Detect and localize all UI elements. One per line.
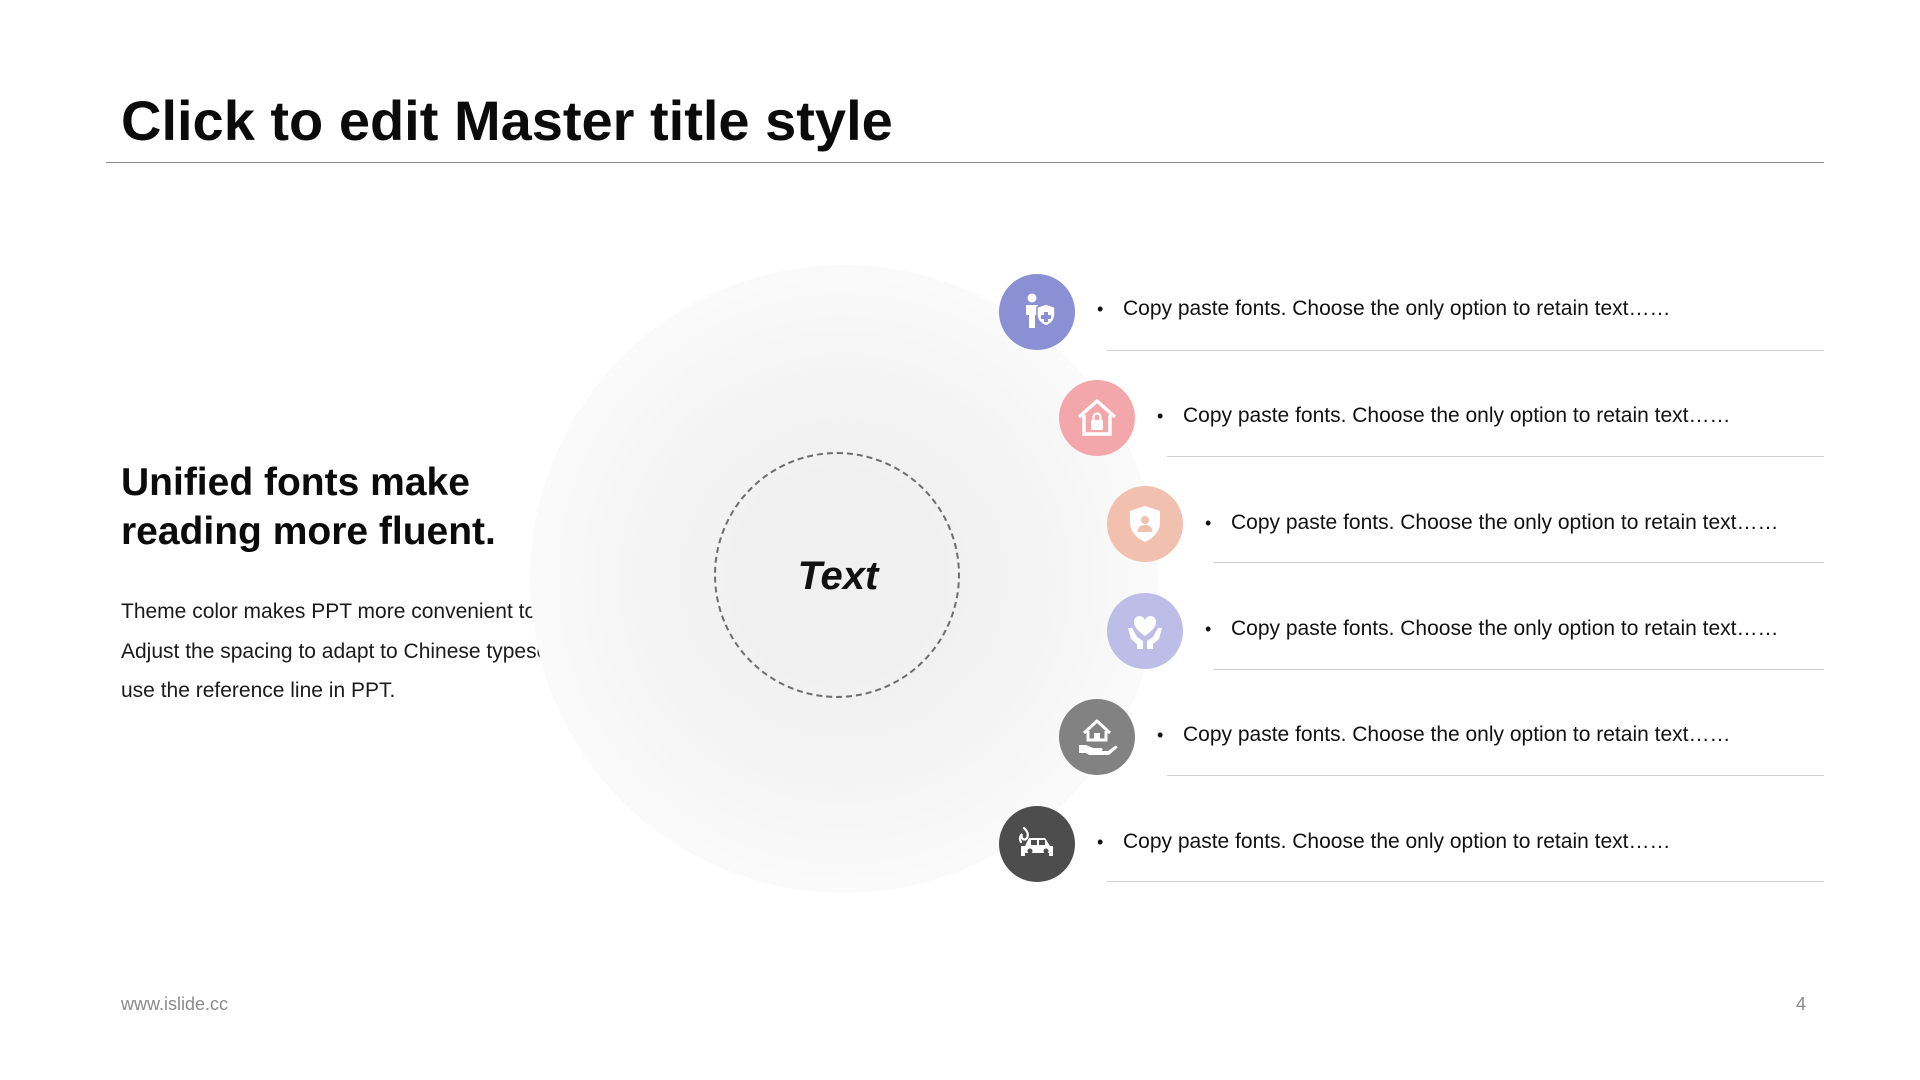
item-divider-3 bbox=[1214, 562, 1824, 563]
item-text-1: Copy paste fonts. Choose the only option… bbox=[1123, 297, 1671, 320]
item-divider-2 bbox=[1167, 456, 1824, 457]
center-circle[interactable]: Text bbox=[727, 465, 949, 687]
heading-line-1: Unified fonts make bbox=[121, 461, 470, 504]
list-item-6[interactable]: • Copy paste fonts. Choose the only optio… bbox=[1097, 830, 1670, 854]
item-text-3: Copy paste fonts. Choose the only option… bbox=[1231, 511, 1779, 534]
bullet: • bbox=[1157, 725, 1164, 745]
item-divider-5 bbox=[1167, 775, 1824, 776]
person-shield-icon bbox=[999, 274, 1075, 350]
list-item-3[interactable]: • Copy paste fonts. Choose the only optio… bbox=[1205, 511, 1778, 535]
slide-title[interactable]: Click to edit Master title style bbox=[121, 88, 893, 153]
car-fire-icon bbox=[999, 806, 1075, 882]
bullet: • bbox=[1097, 832, 1104, 852]
section-heading[interactable]: Unified fonts make reading more fluent. bbox=[121, 458, 581, 556]
bullet: • bbox=[1097, 299, 1104, 319]
center-label: Text bbox=[797, 553, 879, 598]
bullet: • bbox=[1157, 406, 1164, 426]
list-item-1[interactable]: • Copy paste fonts. Choose the only optio… bbox=[1097, 297, 1670, 321]
item-text-4: Copy paste fonts. Choose the only option… bbox=[1231, 617, 1779, 640]
list-item-4[interactable]: • Copy paste fonts. Choose the only optio… bbox=[1205, 617, 1778, 641]
page-number: 4 bbox=[1796, 994, 1807, 1014]
house-lock-icon bbox=[1059, 380, 1135, 456]
item-text-5: Copy paste fonts. Choose the only option… bbox=[1183, 723, 1731, 746]
list-item-2[interactable]: • Copy paste fonts. Choose the only optio… bbox=[1157, 404, 1730, 428]
bullet: • bbox=[1205, 619, 1212, 639]
item-divider-6 bbox=[1107, 881, 1824, 882]
item-divider-1 bbox=[1107, 350, 1824, 351]
item-text-6: Copy paste fonts. Choose the only option… bbox=[1123, 830, 1671, 853]
heart-hands-icon bbox=[1107, 593, 1183, 669]
item-divider-4 bbox=[1214, 669, 1824, 670]
list-item-5[interactable]: • Copy paste fonts. Choose the only optio… bbox=[1157, 723, 1730, 747]
title-divider bbox=[106, 162, 1824, 163]
item-text-2: Copy paste fonts. Choose the only option… bbox=[1183, 404, 1731, 427]
footer-url: www.islide.cc bbox=[121, 994, 229, 1014]
bullet: • bbox=[1205, 513, 1212, 533]
slide: Click to edit Master title style Unified… bbox=[0, 0, 1920, 1080]
shield-person-icon bbox=[1107, 486, 1183, 562]
house-hand-icon bbox=[1059, 699, 1135, 775]
heading-line-2: reading more fluent. bbox=[121, 510, 496, 553]
